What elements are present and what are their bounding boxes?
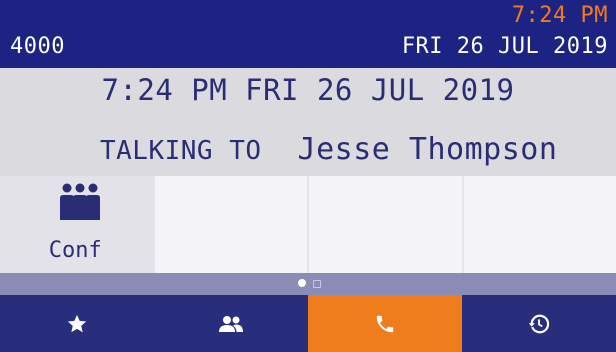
softkey-empty-3[interactable]	[309, 176, 464, 273]
talking-row: TALKING TO Jesse Thompson	[100, 132, 557, 167]
nav-favorites[interactable]	[0, 295, 154, 352]
status-date: FRI 26 JUL 2019	[401, 34, 608, 59]
caller-name: Jesse Thompson	[297, 132, 558, 167]
star-icon	[67, 314, 87, 332]
history-icon	[528, 314, 550, 333]
softkey-empty-4[interactable]	[463, 176, 616, 273]
nav-history[interactable]	[462, 295, 616, 352]
conference-icon	[60, 183, 100, 220]
softkey-conf[interactable]: Conf	[0, 176, 155, 273]
softkey-row: Conf	[0, 176, 616, 273]
page-dot-next[interactable]	[313, 280, 321, 288]
status-time: 7:24 PM	[511, 3, 608, 28]
phone-screen: 4000 7:24 PM FRI 26 JUL 2019 7:24 PM FRI…	[0, 0, 616, 352]
call-info: 7:24 PM FRI 26 JUL 2019 TALKING TO Jesse …	[0, 68, 616, 176]
extension-number: 4000	[10, 34, 65, 59]
bottom-nav	[0, 295, 616, 352]
phone-icon	[376, 315, 394, 332]
nav-contacts[interactable]	[154, 295, 308, 352]
nav-calls[interactable]	[308, 295, 462, 352]
call-datetime: 7:24 PM FRI 26 JUL 2019	[101, 73, 515, 107]
softkey-label: Conf	[48, 238, 102, 263]
page-indicator	[0, 273, 616, 295]
softkey-empty-2[interactable]	[154, 176, 309, 273]
page-dot-current[interactable]	[298, 279, 306, 287]
contacts-icon	[219, 315, 243, 332]
status-bar: 4000 7:24 PM FRI 26 JUL 2019	[0, 0, 616, 68]
talking-to-label: TALKING TO	[100, 136, 262, 166]
